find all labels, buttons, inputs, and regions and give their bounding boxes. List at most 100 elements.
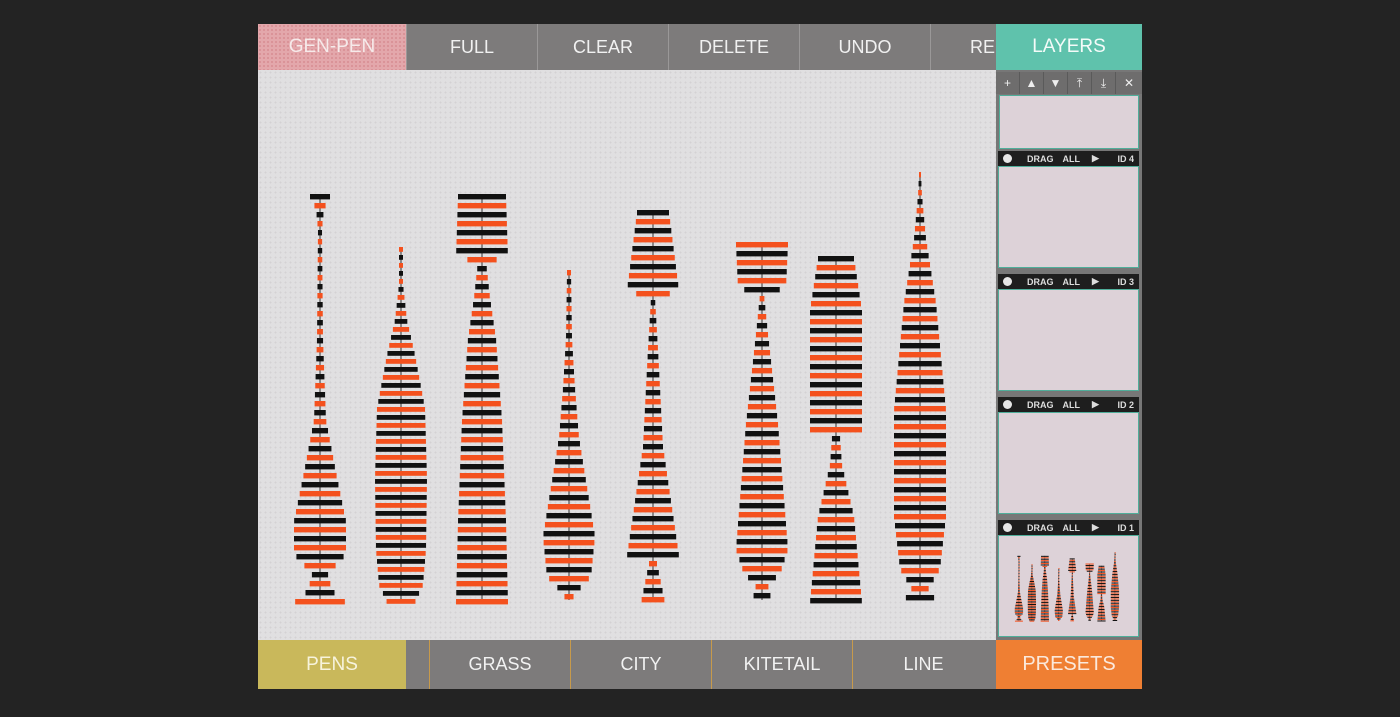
vase-stripe <box>643 444 663 450</box>
clear-button[interactable]: CLEAR <box>538 24 669 70</box>
layer-thumbnail[interactable] <box>998 535 1139 637</box>
vase-stripe <box>1018 568 1020 570</box>
layer-drag-button[interactable]: DRAG <box>1027 523 1054 533</box>
move-bottom-icon[interactable]: ⤓ <box>1092 72 1116 94</box>
layer-thumbnail[interactable] <box>998 412 1139 514</box>
vase-stripe <box>1018 558 1020 560</box>
layer-drag-button[interactable]: DRAG <box>1027 277 1054 287</box>
play-icon[interactable]: ▶ <box>1092 153 1099 164</box>
delete-button[interactable]: DELETE <box>669 24 800 70</box>
full-button[interactable]: FULL <box>407 24 538 70</box>
vase-stripe <box>1068 564 1076 566</box>
drawing-canvas[interactable] <box>258 70 996 640</box>
vase-drawing <box>1085 563 1094 621</box>
vase-stripe <box>748 575 776 581</box>
vase-stripe <box>1068 567 1076 569</box>
city-pen-button[interactable]: CITY <box>571 640 712 689</box>
vase-stripe <box>1018 557 1020 559</box>
vase-stripe <box>470 320 494 326</box>
vase-stripe <box>1043 573 1047 575</box>
layer-item-active[interactable]: DRAG ALL ▶ ID 1 <box>998 520 1139 637</box>
circle-toggle-icon[interactable] <box>1003 400 1012 409</box>
vase-stripe <box>385 359 417 364</box>
vase-stripe <box>1097 580 1106 582</box>
redo-button[interactable]: REI <box>931 24 996 70</box>
vase-stripe <box>1057 586 1060 588</box>
vase-stripe <box>1017 591 1020 593</box>
vase-stripe <box>296 554 344 560</box>
layer-drag-button[interactable]: DRAG <box>1027 400 1054 410</box>
vase-stripe <box>757 314 767 320</box>
vase-stripe <box>737 278 787 284</box>
vase-stripe <box>1041 607 1049 609</box>
undo-button[interactable]: UNDO <box>800 24 931 70</box>
layer-all-button[interactable]: ALL <box>1063 277 1081 287</box>
arrow-down-icon[interactable]: ▼ <box>1044 72 1068 94</box>
vase-stripe <box>566 297 572 303</box>
grass-pen-button[interactable]: GRASS <box>430 640 571 689</box>
vase-stripe <box>1111 614 1119 616</box>
vase-stripe <box>1055 616 1062 618</box>
vase-stripe <box>382 591 420 596</box>
vase-stripe <box>909 262 931 268</box>
layer-all-button[interactable]: ALL <box>1063 154 1081 164</box>
vase-stripe <box>646 381 660 387</box>
layer-item[interactable]: DRAG ALL ▶ ID 2 <box>998 397 1139 514</box>
vase-stripe <box>1028 588 1036 590</box>
vase-stripe <box>1111 578 1118 580</box>
circle-toggle-icon[interactable] <box>1003 277 1012 286</box>
layers-button[interactable]: LAYERS <box>996 24 1142 70</box>
vase-stripe <box>1040 613 1049 615</box>
vase-stripe <box>394 319 408 324</box>
vase-stripe <box>1071 572 1073 574</box>
layer-item[interactable]: DRAG ALL ▶ ID 3 <box>998 274 1139 391</box>
vase-stripe <box>1088 575 1091 577</box>
circle-toggle-icon[interactable] <box>1003 154 1012 163</box>
line-pen-button[interactable]: LINE <box>853 640 994 689</box>
vase-stripe <box>1027 593 1036 595</box>
play-icon[interactable]: ▶ <box>1092 399 1099 410</box>
vase-stripe <box>1110 595 1120 597</box>
layer-item[interactable]: DRAG ALL ▶ ID 4 <box>998 151 1139 268</box>
vase-stripe <box>901 325 939 331</box>
kitetail-pen-button[interactable]: KITETAIL <box>712 640 853 689</box>
vase-stripe <box>755 332 769 338</box>
vase-stripe <box>1068 611 1077 613</box>
vase-stripe <box>1017 617 1021 619</box>
play-icon[interactable]: ▶ <box>1092 276 1099 287</box>
vase-stripe <box>1027 605 1036 607</box>
layer-thumbnail[interactable] <box>998 166 1139 268</box>
layer-all-button[interactable]: ALL <box>1063 523 1081 533</box>
vase-stripe <box>1098 607 1105 609</box>
vase-stripe <box>1041 590 1048 592</box>
vase-stripe <box>645 399 661 405</box>
layer-thumbnail[interactable] <box>998 289 1139 391</box>
vase-stripe <box>810 364 862 370</box>
vase-stripe <box>894 496 946 502</box>
vase-stripe <box>747 404 777 410</box>
vase-stripe <box>811 301 861 307</box>
gen-pen-logo-button[interactable]: GEN-PEN <box>258 24 407 70</box>
vase-stripe <box>1057 595 1061 597</box>
empty-layer-slot[interactable] <box>999 95 1139 149</box>
arrow-up-icon[interactable]: ▲ <box>1020 72 1044 94</box>
vase-stripe <box>819 508 853 514</box>
move-top-icon[interactable]: ⤒ <box>1068 72 1092 94</box>
play-icon[interactable]: ▶ <box>1092 522 1099 533</box>
presets-button[interactable]: PRESETS <box>996 640 1142 689</box>
vase-stripe <box>818 256 854 262</box>
vase-stripe <box>633 507 673 513</box>
close-icon[interactable]: ✕ <box>1116 72 1142 94</box>
circle-toggle-icon[interactable] <box>1003 523 1012 532</box>
pens-button[interactable]: PENS <box>258 640 406 689</box>
layer-all-button[interactable]: ALL <box>1063 400 1081 410</box>
vase-stripe <box>1042 580 1048 582</box>
layer-drag-button[interactable]: DRAG <box>1027 154 1054 164</box>
vase-stripe <box>314 392 326 398</box>
vase-stripe <box>1070 591 1074 593</box>
vase-stripe <box>1018 574 1020 576</box>
vase-stripe <box>1014 610 1024 612</box>
vase-stripe <box>315 374 325 380</box>
vase-stripe <box>1041 601 1049 603</box>
plus-icon[interactable]: + <box>996 72 1020 94</box>
